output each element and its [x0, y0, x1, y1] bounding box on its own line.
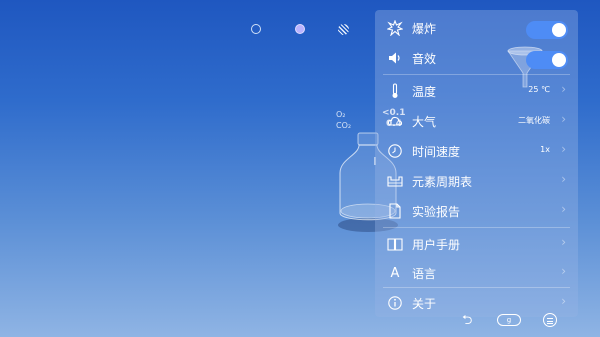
periodic-table-icon [387, 173, 403, 189]
menu-item-label: 用户手册 [412, 238, 461, 252]
divider [383, 74, 570, 75]
menu-item-label: 音效 [412, 52, 437, 66]
temperature-value: 25 ℃ [528, 85, 550, 94]
chevron-right-icon: › [561, 202, 566, 216]
language-icon: A [390, 265, 400, 281]
chevron-right-icon: › [561, 294, 566, 308]
mode-filled-circle-icon[interactable] [295, 24, 305, 34]
menu-item-explosion[interactable]: 爆炸 [375, 13, 578, 43]
menu-item-label: 爆炸 [412, 22, 437, 36]
gas-o2-label: O₂ [336, 110, 346, 119]
divider [383, 227, 570, 228]
mode-striped-icon[interactable] [338, 24, 349, 35]
gravity-button[interactable]: g [497, 314, 521, 326]
menu-item-label: 元素周期表 [412, 175, 473, 189]
settings-panel: 爆炸 音效 温度 25 ℃ › 大气 二氧化碳 › 时间速度 1x › 元素周期… [375, 10, 578, 317]
chevron-right-icon: › [561, 172, 566, 186]
bottom-toolbar: ⮌ g [460, 310, 560, 330]
menu-item-time-speed[interactable]: 时间速度 1x › [375, 136, 578, 166]
atmosphere-value: 二氧化碳 [518, 116, 550, 125]
menu-item-language[interactable]: A 语言 › [375, 258, 578, 288]
speaker-icon [387, 50, 403, 66]
chevron-right-icon: › [561, 142, 566, 156]
mode-empty-circle-icon[interactable] [251, 24, 261, 34]
clock-icon [387, 143, 403, 159]
sound-toggle[interactable] [526, 51, 568, 69]
chevron-right-icon: › [561, 264, 566, 278]
menu-item-label: 时间速度 [412, 145, 461, 159]
chevron-right-icon: › [561, 112, 566, 126]
cloud-icon [387, 113, 403, 129]
menu-item-label: 温度 [412, 85, 437, 99]
mode-selector [250, 24, 360, 36]
chevron-right-icon: › [561, 235, 566, 249]
book-icon [387, 236, 403, 252]
explosion-icon [387, 20, 403, 36]
explosion-toggle[interactable] [526, 21, 568, 39]
menu-item-label: 语言 [412, 267, 437, 281]
chevron-right-icon: › [561, 82, 566, 96]
menu-item-periodic-table[interactable]: 元素周期表 › [375, 166, 578, 196]
menu-item-lab-report[interactable]: 实验报告 › [375, 196, 578, 226]
undo-icon[interactable]: ⮌ [462, 311, 472, 333]
menu-item-label: 实验报告 [412, 205, 461, 219]
time-speed-value: 1x [540, 145, 550, 154]
menu-item-label: 关于 [412, 297, 437, 311]
menu-item-label: 大气 [412, 115, 437, 129]
thermometer-icon [387, 83, 403, 99]
menu-item-sound[interactable]: 音效 [375, 43, 578, 73]
menu-icon[interactable] [543, 313, 557, 327]
menu-item-user-manual[interactable]: 用户手册 › [375, 229, 578, 259]
menu-item-atmosphere[interactable]: 大气 二氧化碳 › [375, 106, 578, 136]
info-icon [387, 295, 403, 311]
menu-item-temperature[interactable]: 温度 25 ℃ › [375, 76, 578, 106]
document-icon [387, 203, 403, 219]
